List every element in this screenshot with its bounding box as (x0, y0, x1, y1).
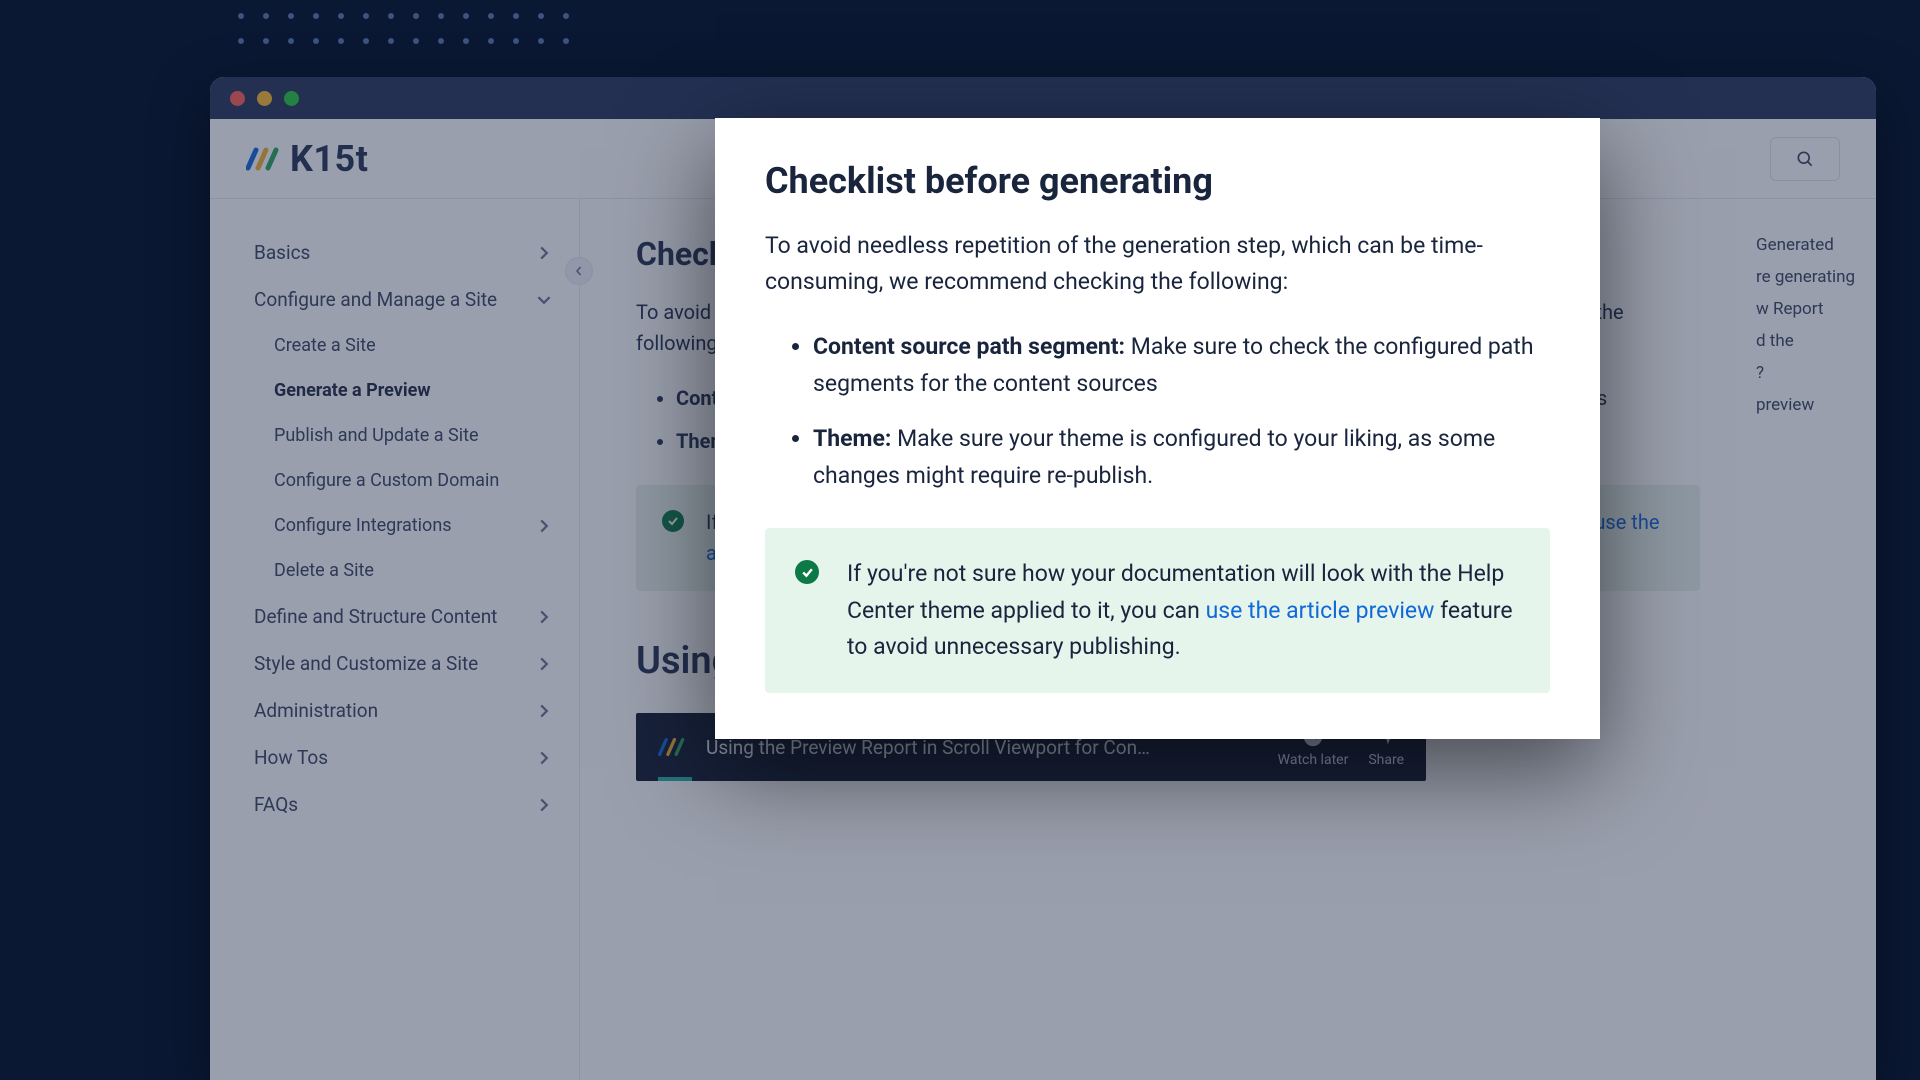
modal-bullet-2: Theme: Make sure your theme is configure… (813, 421, 1550, 495)
modal-bullets: Content source path segment: Make sure t… (765, 329, 1550, 494)
check-circle-icon (795, 560, 819, 584)
decorative-dots-top (238, 13, 569, 44)
modal-callout-text: If you're not sure how your documentatio… (847, 556, 1520, 665)
modal-intro: To avoid needless repetition of the gene… (765, 228, 1550, 299)
modal-title: Checklist before generating (765, 160, 1550, 202)
modal-article-preview-link[interactable]: use the article preview (1206, 597, 1435, 624)
checklist-modal: Checklist before generating To avoid nee… (715, 118, 1600, 739)
modal-callout: If you're not sure how your documentatio… (765, 528, 1550, 693)
modal-bullet-1: Content source path segment: Make sure t… (813, 329, 1550, 403)
